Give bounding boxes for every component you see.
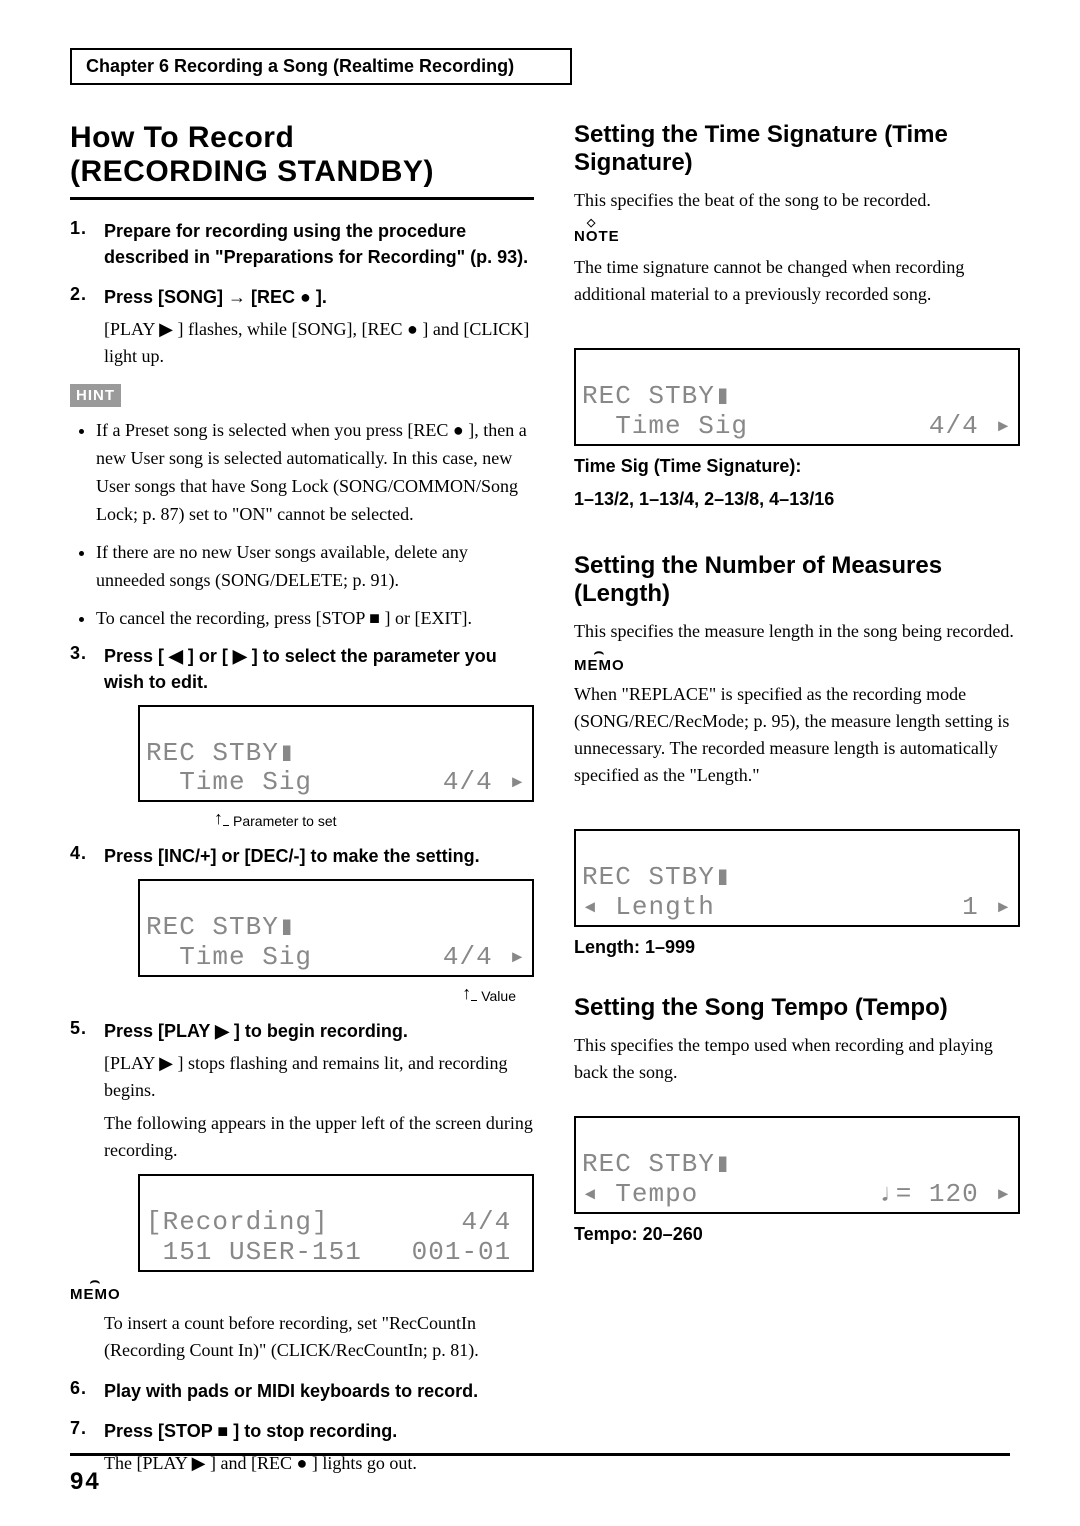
timesig-heading: Setting the Time Signature (Time Signatu… bbox=[574, 121, 1020, 177]
step-2-body: [PLAY ▶ ] flashes, while [SONG], [REC ● … bbox=[104, 316, 534, 370]
lcd1-line2a: Time Sig bbox=[146, 768, 312, 798]
param-pointer-label: Parameter to set bbox=[233, 813, 337, 829]
value-pointer-label: Value bbox=[481, 988, 516, 1004]
lcd-len-line2a: ◂ Length bbox=[582, 893, 715, 923]
lcd-len-line1: REC STBY▮ bbox=[582, 862, 731, 892]
footer-rule bbox=[70, 1453, 1010, 1456]
step-6-head: Play with pads or MIDI keyboards to reco… bbox=[104, 1378, 534, 1404]
step-4: Press [INC/+] or [DEC/-] to make the set… bbox=[70, 843, 534, 1004]
lcd-len-line2b: 1 ▸ bbox=[962, 893, 1012, 923]
lcd3-line1: [Recording] 4/4 bbox=[146, 1207, 511, 1237]
timesig-intro: This specifies the beat of the song to b… bbox=[574, 187, 1020, 214]
lcd-display-1: REC STBY▮ Time Sig 4/4 ▸ bbox=[138, 705, 534, 803]
lcd-display-2: REC STBY▮ Time Sig 4/4 ▸ bbox=[138, 879, 534, 977]
lcd3-line2: 151 USER-151 001-01 bbox=[146, 1237, 511, 1267]
length-memo-text: When "REPLACE" is specified as the recor… bbox=[574, 681, 1020, 789]
hint-bullets: If a Preset song is selected when you pr… bbox=[70, 417, 534, 632]
step-3: Press [ ◀ ] or [ ▶ ] to select the param… bbox=[70, 643, 534, 830]
title-line1: How To Record bbox=[70, 121, 294, 154]
timesig-param-vals: 1–13/2, 1–13/4, 2–13/8, 4–13/16 bbox=[574, 487, 1020, 512]
right-column: Setting the Time Signature (Time Signatu… bbox=[574, 121, 1020, 1491]
step-5-body2: The following appears in the upper left … bbox=[104, 1110, 534, 1164]
step-5: Press [PLAY ▶ ] to begin recording. [PLA… bbox=[70, 1018, 534, 1272]
bullet-2: If there are no new User songs available… bbox=[96, 539, 534, 595]
title-line2: (RECORDING STANDBY) bbox=[70, 155, 434, 188]
step-4-head: Press [INC/+] or [DEC/-] to make the set… bbox=[104, 843, 534, 869]
pointer-arrow-icon: ↑ bbox=[462, 983, 471, 1004]
step-7-head: Press [STOP ■ ] to stop recording. bbox=[104, 1418, 534, 1444]
tempo-heading: Setting the Song Tempo (Tempo) bbox=[574, 994, 1020, 1022]
lcd2-line2b: 4/4 ▸ bbox=[443, 943, 526, 973]
step-7: Press [STOP ■ ] to stop recording. The [… bbox=[70, 1418, 534, 1477]
lcd-tempo-line2b: ♩= 120 ▸ bbox=[879, 1180, 1012, 1210]
length-heading: Setting the Number of Measures (Length) bbox=[574, 552, 1020, 608]
step-1-head: Prepare for recording using the procedur… bbox=[104, 218, 534, 270]
lcd2-line1: REC STBY▮ bbox=[146, 912, 295, 942]
left-column: How To Record (RECORDING STANDBY) Prepar… bbox=[70, 121, 534, 1491]
step-6: Play with pads or MIDI keyboards to reco… bbox=[70, 1378, 534, 1404]
timesig-note: The time signature cannot be changed whe… bbox=[574, 254, 1020, 308]
lcd-tempo: REC STBY▮ ◂ Tempo ♩= 120 ▸ bbox=[574, 1116, 1020, 1214]
memo-text: To insert a count before recording, set … bbox=[104, 1310, 534, 1364]
section-title: How To Record (RECORDING STANDBY) bbox=[70, 121, 534, 189]
timesig-param-head: Time Sig (Time Signature): bbox=[574, 454, 1020, 479]
length-param: Length: 1–999 bbox=[574, 935, 1020, 960]
lcd-ts-line1: REC STBY▮ bbox=[582, 381, 731, 411]
note-badge: O◇TE bbox=[574, 228, 620, 245]
lcd-tempo-line2a: ◂ Tempo bbox=[582, 1180, 698, 1210]
chapter-header: Chapter 6 Recording a Song (Realtime Rec… bbox=[70, 48, 572, 85]
lcd-ts-line2b: 4/4 ▸ bbox=[929, 412, 1012, 442]
lcd-display-3: [Recording] 4/4 151 USER-151 001-01 bbox=[138, 1174, 534, 1272]
lcd-length: REC STBY▮ ◂ Length 1 ▸ bbox=[574, 829, 1020, 927]
hint-badge: HINT bbox=[70, 384, 121, 407]
step-2-head: Press [SONG] → [REC ● ]. bbox=[104, 284, 534, 310]
lcd-timesig: REC STBY▮ Time Sig 4/4 ▸ bbox=[574, 348, 1020, 446]
step-5-body1: [PLAY ▶ ] stops flashing and remains lit… bbox=[104, 1050, 534, 1104]
bullet-1: If a Preset song is selected when you pr… bbox=[96, 417, 534, 529]
title-rule bbox=[70, 197, 534, 200]
memo-badge-length: ⌢ MEMO bbox=[574, 657, 625, 674]
step-2: Press [SONG] → [REC ● ]. [PLAY ▶ ] flash… bbox=[70, 284, 534, 370]
lcd1-line1: REC STBY▮ bbox=[146, 738, 295, 768]
bullet-3: To cancel the recording, press [STOP ■ ]… bbox=[96, 605, 534, 633]
step-3-head: Press [ ◀ ] or [ ▶ ] to select the param… bbox=[104, 643, 534, 695]
lcd-tempo-line1: REC STBY▮ bbox=[582, 1149, 731, 1179]
step-1: Prepare for recording using the procedur… bbox=[70, 218, 534, 270]
lcd2-line2a: Time Sig bbox=[146, 943, 312, 973]
tempo-param: Tempo: 20–260 bbox=[574, 1222, 1020, 1247]
page-number: 94 bbox=[70, 1468, 101, 1496]
lcd1-line2b: 4/4 ▸ bbox=[443, 768, 526, 798]
tempo-intro: This specifies the tempo used when recor… bbox=[574, 1032, 1020, 1086]
step-5-head: Press [PLAY ▶ ] to begin recording. bbox=[104, 1018, 534, 1044]
length-intro: This specifies the measure length in the… bbox=[574, 618, 1020, 645]
pointer-arrow-icon: ↑ bbox=[214, 808, 223, 829]
lcd-ts-line2a: Time Sig bbox=[582, 412, 748, 442]
memo-badge: ⌢ MEMO bbox=[70, 1286, 121, 1303]
